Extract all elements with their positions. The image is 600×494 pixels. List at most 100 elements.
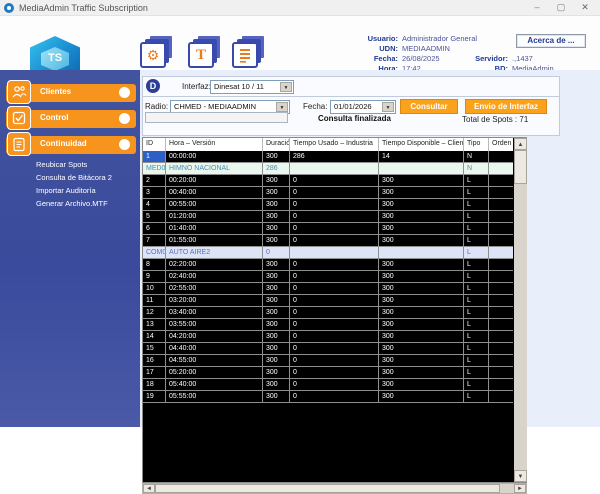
table-cell: 0 — [290, 307, 379, 319]
table-cell — [489, 151, 513, 163]
envio-interfaz-button[interactable]: Envio de Interfaz — [465, 99, 547, 114]
sidebar-link[interactable]: Generar Archivo.MTF — [8, 197, 134, 210]
table-cell: 0 — [290, 199, 379, 211]
column-header[interactable]: Orden — [489, 138, 513, 151]
fecha-select[interactable]: 01/01/2026 ▼ — [330, 100, 396, 114]
scroll-right-icon[interactable]: ► — [514, 484, 526, 493]
spots-table: IDHora – VersiónDuraciónTiempo Usado – I… — [142, 137, 527, 483]
table-cell: 05:20:00 — [166, 367, 263, 379]
table-row[interactable]: 1002:55:003000300L — [143, 283, 513, 295]
column-header[interactable]: Tiempo Usado – Industria — [290, 138, 379, 151]
table-row[interactable]: 200:20:003000300L — [143, 175, 513, 187]
traffic-icon: T — [188, 42, 214, 68]
interfaz-select[interactable]: Dinesat 10 / 11 ▼ — [210, 80, 294, 94]
sidebar-link[interactable]: Consulta de Bitácora 2 — [8, 171, 134, 184]
table-row[interactable]: 1805:40:003000300L — [143, 379, 513, 391]
column-header[interactable]: Hora – Versión — [166, 138, 263, 151]
table-row[interactable]: 1504:40:003000300L — [143, 343, 513, 355]
sidebar-item-continuidad[interactable]: Continuidad — [6, 134, 136, 154]
sidebar-link[interactable]: Importar Auditoría — [8, 184, 134, 197]
scroll-left-icon[interactable]: ◄ — [143, 484, 155, 493]
column-header[interactable]: ID — [143, 138, 166, 151]
table-row[interactable]: 400:55:003000300L — [143, 199, 513, 211]
table-cell — [290, 247, 379, 259]
table-row[interactable]: 902:40:003000300L — [143, 271, 513, 283]
table-cell: 300 — [379, 367, 464, 379]
table-row[interactable]: COM0...AUTO AIRE20L — [143, 247, 513, 259]
column-header[interactable]: Duración — [263, 138, 290, 151]
close-button[interactable]: ✕ — [574, 1, 596, 14]
scroll-down-icon[interactable]: ▼ — [514, 470, 527, 482]
column-header[interactable]: Tipo — [464, 138, 489, 151]
chevron-down-icon[interactable]: ▼ — [382, 102, 394, 112]
table-cell: 300 — [263, 379, 290, 391]
maximize-button[interactable]: ▢ — [550, 1, 572, 14]
menu-indicator — [119, 139, 130, 150]
scrollbar-thumb[interactable] — [514, 150, 527, 184]
sidebar-item-label: Control — [40, 113, 68, 122]
chevron-down-icon[interactable]: ▼ — [280, 82, 292, 92]
sidebar-item-clientes[interactable]: Clientes — [6, 82, 136, 102]
interfaz-label: Interfaz: — [182, 82, 211, 91]
table-row[interactable]: 1303:55:003000300L — [143, 319, 513, 331]
sidebar-links: Reubicar SpotsConsulta de Bitácora 2Impo… — [8, 158, 134, 210]
scroll-up-icon[interactable]: ▲ — [514, 138, 527, 150]
table-cell: 7 — [143, 235, 166, 247]
table-cell: 300 — [379, 379, 464, 391]
table-cell: 0 — [290, 283, 379, 295]
table-cell: 04:20:00 — [166, 331, 263, 343]
vertical-scrollbar[interactable]: ▲ ▼ — [514, 138, 527, 482]
table-row[interactable]: 1604:55:003000300L — [143, 355, 513, 367]
table-cell — [489, 343, 513, 355]
chevron-down-icon[interactable]: ▼ — [276, 102, 288, 112]
scrollbar-thumb[interactable] — [155, 484, 500, 493]
table-row[interactable]: 1103:20:003000300L — [143, 295, 513, 307]
table-cell: 5 — [143, 211, 166, 223]
table-cell — [489, 187, 513, 199]
title-bar: MediaAdmin Traffic Subscription – ▢ ✕ — [0, 0, 600, 16]
table-cell: 13 — [143, 319, 166, 331]
column-header[interactable]: Tiempo Disponible – Cliente — [379, 138, 464, 151]
table-cell: 300 — [263, 367, 290, 379]
table-cell: 0 — [290, 175, 379, 187]
table-row[interactable]: 100:00:0030028614N — [143, 151, 513, 163]
consultar-button[interactable]: Consultar — [400, 99, 458, 114]
info-value-udn: MEDIAADMIN — [402, 44, 450, 53]
table-cell: 18 — [143, 379, 166, 391]
table-cell: 15 — [143, 343, 166, 355]
radio-label: Radio: — [145, 102, 168, 111]
table-row[interactable]: MED0...HIMNO NACIONAL286N — [143, 163, 513, 175]
about-button[interactable]: Acerca de ... — [516, 34, 586, 48]
table-row[interactable]: 601:40:003000300L — [143, 223, 513, 235]
table-row[interactable]: 501:20:003000300L — [143, 211, 513, 223]
sidebar-link[interactable]: Reubicar Spots — [8, 158, 134, 171]
minimize-button[interactable]: – — [526, 1, 548, 14]
table-row[interactable]: 1404:20:003000300L — [143, 331, 513, 343]
table-cell — [489, 295, 513, 307]
table-cell: 01:40:00 — [166, 223, 263, 235]
horizontal-scrollbar[interactable]: ◄ ► — [142, 483, 527, 494]
table-cell: 0 — [290, 391, 379, 403]
sidebar: Clientes Control Continuidad Reubicar Sp… — [0, 70, 140, 427]
table-cell: 300 — [263, 259, 290, 271]
info-label: Servidor: — [475, 54, 508, 63]
table-row[interactable]: 1705:20:003000300L — [143, 367, 513, 379]
table-cell: 300 — [263, 355, 290, 367]
controls-separator — [142, 96, 560, 97]
table-cell: N — [464, 163, 489, 175]
table-cell — [379, 247, 464, 259]
info-value-fecha: 26/08/2025 — [402, 54, 440, 63]
table-row[interactable]: 1905:55:003000300L — [143, 391, 513, 403]
sidebar-item-control[interactable]: Control — [6, 108, 136, 128]
table-cell — [489, 247, 513, 259]
table-row[interactable]: 701:55:003000300L — [143, 235, 513, 247]
table-cell: L — [464, 283, 489, 295]
table-cell: 0 — [290, 271, 379, 283]
table-row[interactable]: 300:40:003000300L — [143, 187, 513, 199]
table-cell: 0 — [290, 367, 379, 379]
table-row[interactable]: 802:20:003000300L — [143, 259, 513, 271]
table-row[interactable]: 1203:40:003000300L — [143, 307, 513, 319]
status-text: Consulta finalizada — [318, 114, 391, 123]
info-label: UDN: — [379, 44, 398, 53]
table-cell: L — [464, 247, 489, 259]
